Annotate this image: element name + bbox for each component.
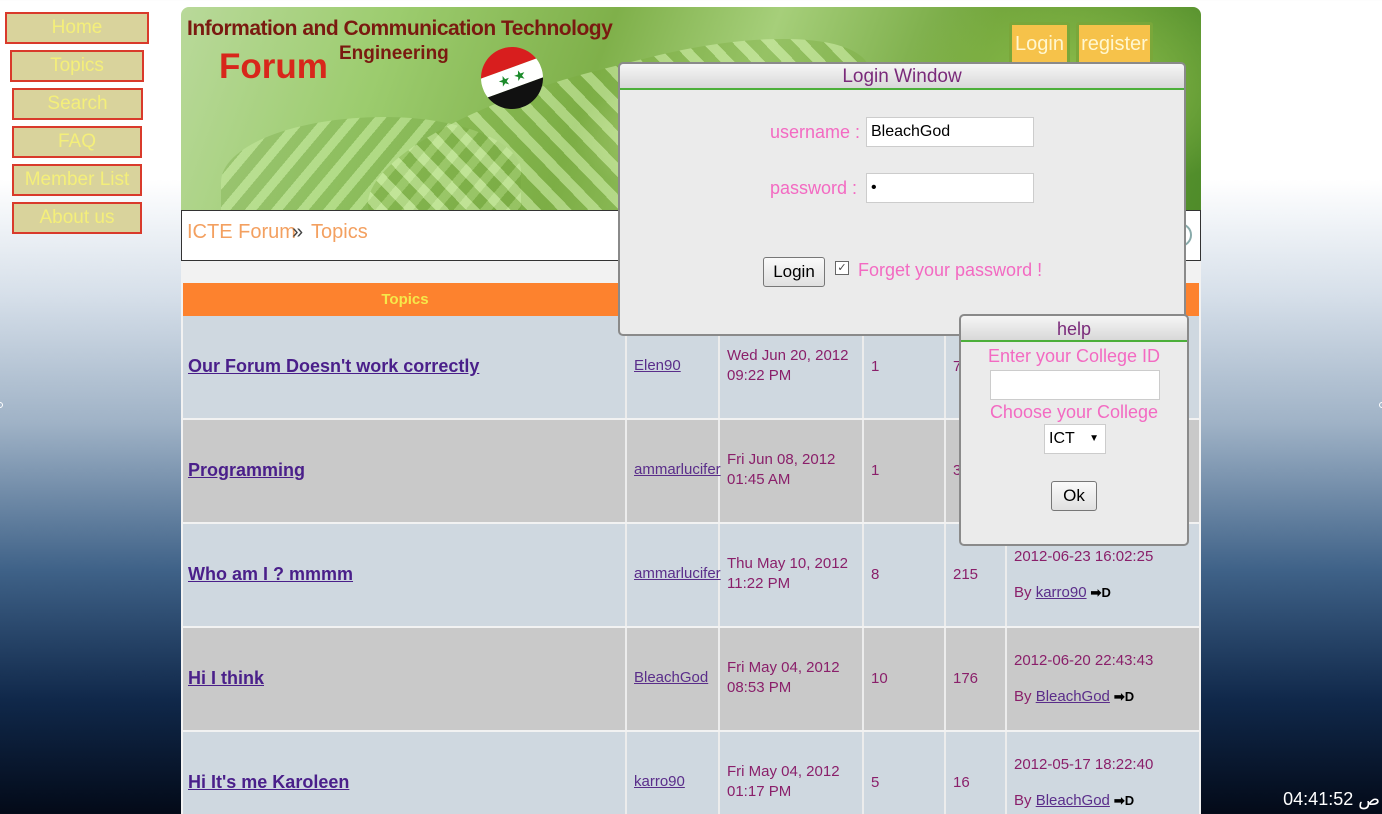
topic-replies: 5 bbox=[871, 774, 880, 791]
topic-author-link[interactable]: Elen90 bbox=[634, 357, 681, 374]
chevron-down-icon: ▼ bbox=[1089, 433, 1099, 444]
last-post-by: By karro90 ➡D bbox=[1014, 584, 1111, 601]
header-topics: Topics bbox=[381, 291, 429, 308]
topic-replies: 1 bbox=[871, 358, 880, 375]
banner-title: Information and Communication Technology bbox=[187, 17, 613, 40]
last-post-date: 2012-05-17 18:22:40 bbox=[1014, 756, 1154, 773]
breadcrumb-current[interactable]: Topics bbox=[311, 221, 368, 244]
forgot-password-link[interactable]: Forget your password ! bbox=[858, 260, 1042, 281]
login-window: Login Window username : password : • Log… bbox=[618, 62, 1186, 336]
topic-replies: 8 bbox=[871, 566, 880, 583]
password-input[interactable]: • bbox=[866, 173, 1034, 203]
last-post-date: 2012-06-23 16:02:25 bbox=[1014, 548, 1154, 565]
topic-title-link[interactable]: Who am I ? mmmm bbox=[188, 564, 353, 585]
topic-title-link[interactable]: Programming bbox=[188, 460, 305, 481]
nav-faq-button[interactable]: FAQ bbox=[12, 126, 142, 158]
topic-date: Thu May 10, 2012 11:22 PM bbox=[727, 555, 848, 592]
topic-views: 16 bbox=[953, 774, 970, 791]
go-to-post-icon[interactable]: ➡D bbox=[1114, 793, 1134, 808]
login-button[interactable]: Login bbox=[763, 257, 825, 287]
topic-replies: 10 bbox=[871, 670, 888, 687]
ok-button[interactable]: Ok bbox=[1051, 481, 1097, 511]
choose-college-label: Choose your College bbox=[989, 402, 1159, 422]
last-post-author-link[interactable]: BleachGod bbox=[1036, 688, 1110, 705]
left-edge-dot bbox=[0, 402, 3, 408]
clock: 04:41:52 ص bbox=[1283, 789, 1380, 809]
last-post-date: 2012-06-20 22:43:43 bbox=[1014, 652, 1154, 669]
username-label: username : bbox=[770, 122, 861, 142]
nav-home-button[interactable]: Home bbox=[5, 12, 149, 44]
breadcrumb-home-link[interactable]: ICTE Forum bbox=[187, 221, 296, 244]
table-row: Hi I think BleachGod Fri May 04, 2012 08… bbox=[183, 628, 1199, 730]
topic-date: Fri May 04, 2012 01:17 PM bbox=[727, 763, 840, 800]
last-post-by: By BleachGod ➡D bbox=[1014, 792, 1135, 809]
topic-author-link[interactable]: ammarlucifer bbox=[634, 461, 721, 478]
nav-member-list-button[interactable]: Member List bbox=[12, 164, 142, 196]
topic-date: Wed Jun 20, 2012 09:22 PM bbox=[727, 347, 849, 384]
topic-date: Fri Jun 08, 2012 01:45 AM bbox=[727, 451, 836, 488]
last-post-by: By BleachGod ➡D bbox=[1014, 688, 1135, 705]
college-id-label: Enter your College ID bbox=[987, 346, 1161, 366]
topic-views: 215 bbox=[953, 566, 979, 583]
college-select[interactable]: ICT ▼ bbox=[1044, 424, 1106, 454]
topic-title-link[interactable]: Hi I think bbox=[188, 668, 264, 689]
topic-author-link[interactable]: ammarlucifer bbox=[634, 565, 721, 582]
username-input[interactable] bbox=[866, 117, 1034, 147]
topic-author-link[interactable]: karro90 bbox=[634, 773, 685, 790]
nav-search-button[interactable]: Search bbox=[12, 88, 143, 120]
go-to-post-icon[interactable]: ➡D bbox=[1114, 689, 1134, 704]
college-id-input[interactable] bbox=[990, 370, 1160, 400]
last-post-author-link[interactable]: BleachGod bbox=[1036, 792, 1110, 809]
breadcrumb-separator: » bbox=[292, 221, 304, 243]
help-window-title[interactable]: help bbox=[961, 316, 1187, 342]
topic-title-link[interactable]: Hi It's me Karoleen bbox=[188, 772, 349, 793]
login-window-title[interactable]: Login Window bbox=[620, 64, 1184, 90]
table-row: Hi It's me Karoleen karro90 Fri May 04, … bbox=[183, 732, 1199, 814]
remember-checkbox[interactable]: ✓ bbox=[835, 261, 849, 275]
banner-subtitle: Engineering bbox=[339, 43, 449, 64]
password-label: password : bbox=[770, 178, 858, 198]
topic-views: 176 bbox=[953, 670, 979, 687]
nav-about-us-button[interactable]: About us bbox=[12, 202, 142, 234]
topic-title-link[interactable]: Our Forum Doesn't work correctly bbox=[188, 356, 479, 377]
help-window: help Enter your College ID Choose your C… bbox=[959, 314, 1189, 546]
last-post-author-link[interactable]: karro90 bbox=[1036, 584, 1087, 601]
topic-date: Fri May 04, 2012 08:53 PM bbox=[727, 659, 840, 696]
topic-replies: 1 bbox=[871, 462, 880, 479]
banner-forum-logo: Forum bbox=[219, 47, 328, 86]
topic-author-link[interactable]: BleachGod bbox=[634, 669, 708, 686]
go-to-post-icon[interactable]: ➡D bbox=[1091, 585, 1111, 600]
nav-topics-button[interactable]: Topics bbox=[10, 50, 144, 82]
